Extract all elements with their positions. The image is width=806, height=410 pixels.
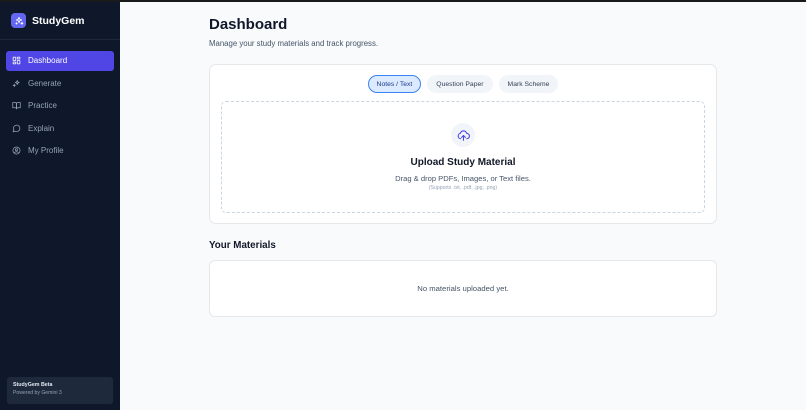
beta-subtitle: Powered by Gemini 3 <box>13 390 62 396</box>
sidebar-item-label: Explain <box>28 123 55 133</box>
materials-empty-state: No materials uploaded yet. <box>417 284 509 293</box>
beta-title: StudyGem Beta <box>13 382 53 388</box>
sidebar-item-explain[interactable]: Explain <box>6 119 114 139</box>
upload-title: Upload Study Material <box>410 157 516 168</box>
book-icon <box>12 101 21 110</box>
tab-mark-scheme[interactable]: Mark Scheme <box>498 75 559 93</box>
sidebar: StudyGem Dashboard Generate Practice Exp… <box>0 2 120 410</box>
user-circle-icon <box>12 146 21 155</box>
sidebar-item-label: Generate <box>28 78 62 88</box>
upload-supported-formats: (Supports .txt, .pdf, .jpg, .png) <box>428 185 498 191</box>
tab-notes-text[interactable]: Notes / Text <box>367 75 422 93</box>
upload-cloud-icon <box>451 123 475 147</box>
upload-dropzone[interactable]: Upload Study Material Drag & drop PDFs, … <box>221 101 705 213</box>
main-content: Dashboard Manage your study materials an… <box>120 2 806 410</box>
brand[interactable]: StudyGem <box>0 2 120 40</box>
sidebar-item-label: Dashboard <box>28 56 68 66</box>
sidebar-item-dashboard[interactable]: Dashboard <box>6 51 114 71</box>
sidebar-item-practice[interactable]: Practice <box>6 96 114 116</box>
sidebar-nav: Dashboard Generate Practice Explain My P… <box>0 40 120 161</box>
sidebar-item-my-profile[interactable]: My Profile <box>6 141 114 161</box>
materials-card: No materials uploaded yet. <box>209 260 717 317</box>
sparkles-icon <box>12 79 21 88</box>
tab-question-paper[interactable]: Question Paper <box>427 75 493 93</box>
brand-name: StudyGem <box>32 14 85 27</box>
dashboard-icon <box>12 56 21 65</box>
app-window: StudyGem Dashboard Generate Practice Exp… <box>0 0 806 410</box>
materials-section-title: Your Materials <box>209 240 276 251</box>
sidebar-item-generate[interactable]: Generate <box>6 74 114 94</box>
upload-type-tabs: Notes / Text Question Paper Mark Scheme <box>210 75 716 93</box>
sparkle-logo-icon <box>11 13 26 28</box>
beta-card: StudyGem Beta Powered by Gemini 3 <box>7 377 113 404</box>
page-title: Dashboard <box>209 16 288 33</box>
upload-card: Notes / Text Question Paper Mark Scheme … <box>209 64 717 224</box>
sidebar-item-label: Practice <box>28 101 57 111</box>
upload-description: Drag & drop PDFs, Images, or Text files. <box>395 174 531 183</box>
chat-bubble-icon <box>12 124 21 133</box>
page-subtitle: Manage your study materials and track pr… <box>209 39 379 48</box>
sidebar-item-label: My Profile <box>28 146 64 156</box>
